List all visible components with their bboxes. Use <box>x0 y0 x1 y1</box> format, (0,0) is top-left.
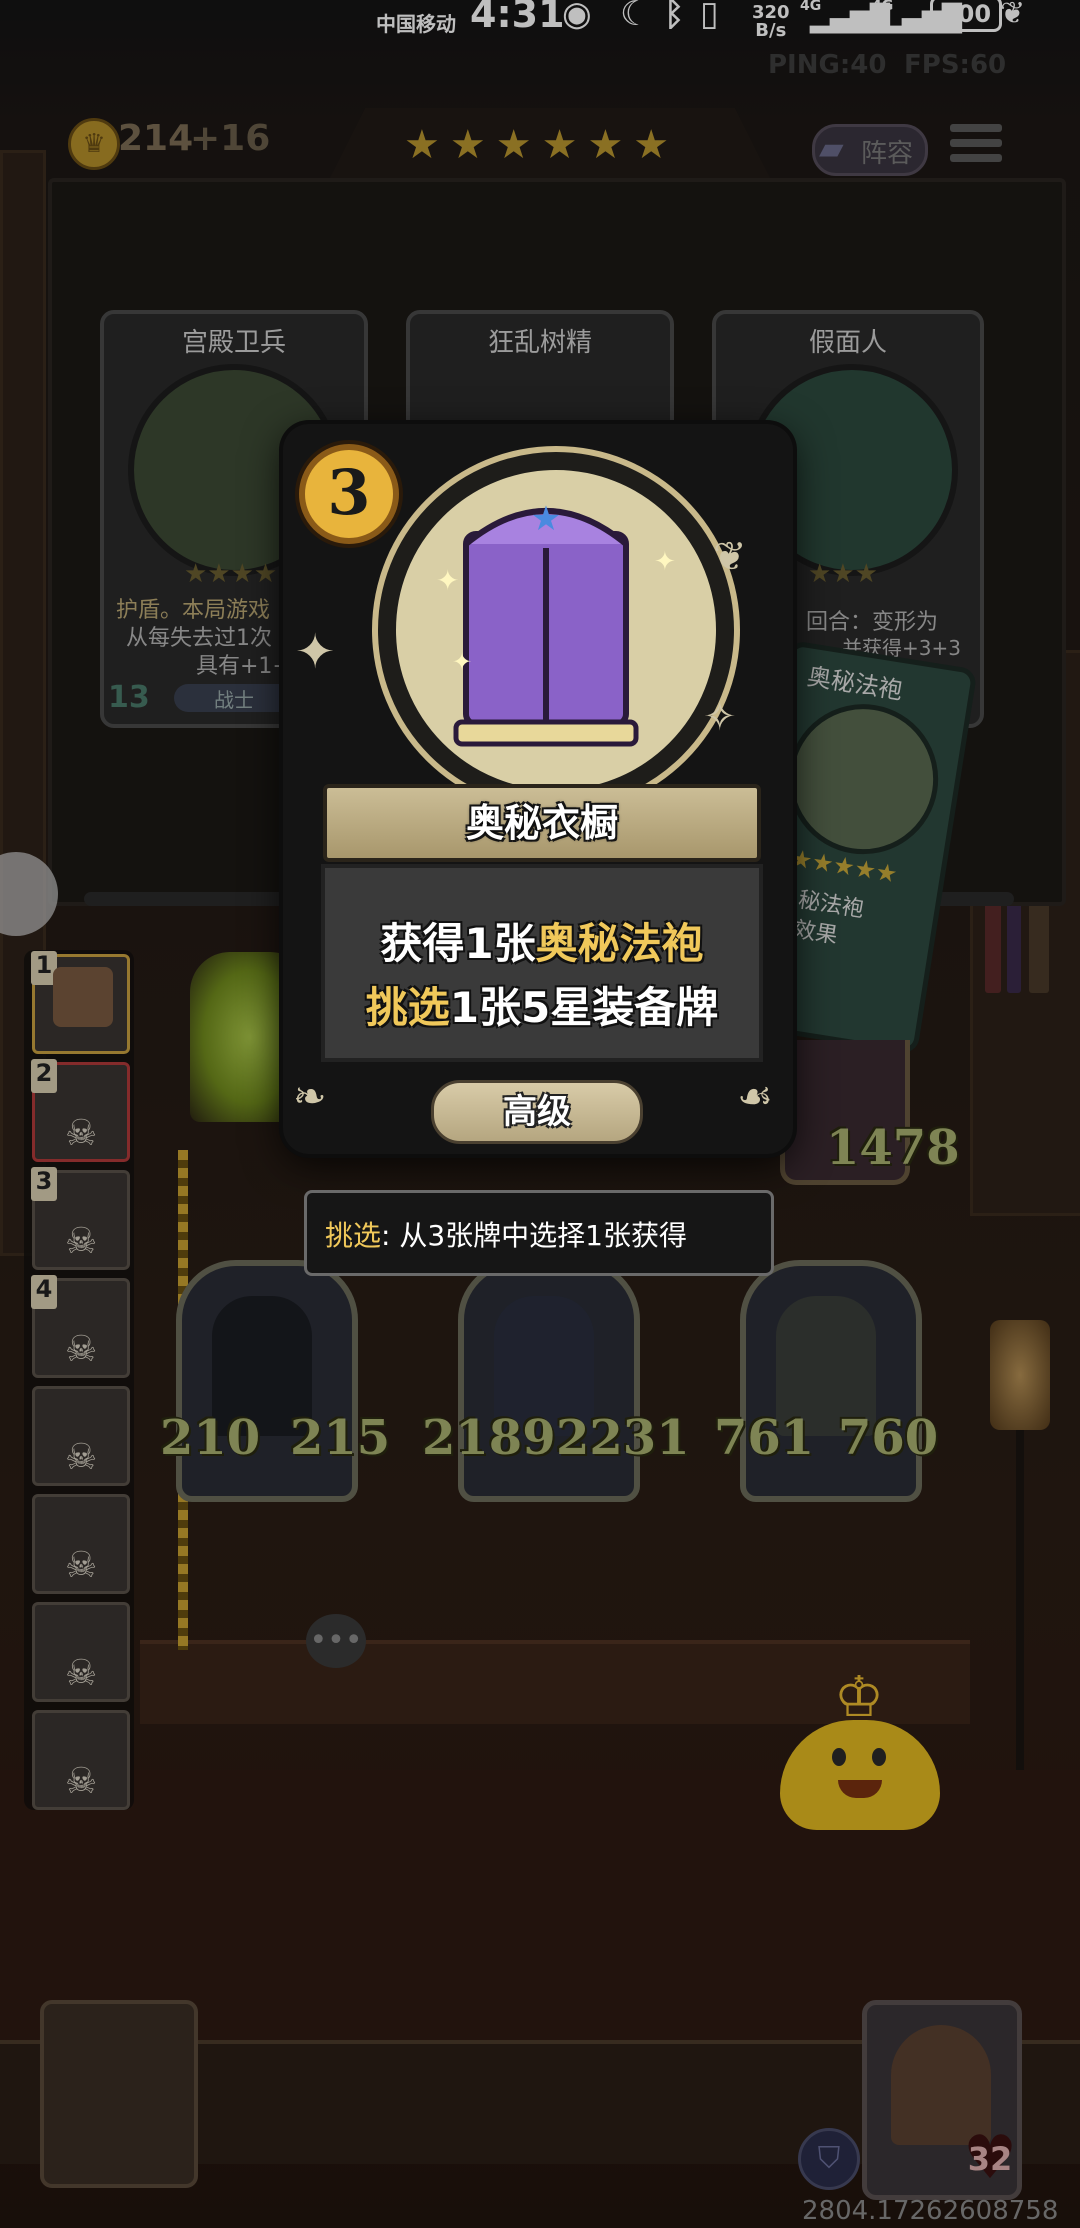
leaf-icon: ❦ <box>1000 0 1026 31</box>
crown-coin-icon: ♛ <box>68 118 120 170</box>
wardrobe-art: ★ ✦ ✦ ✦ <box>436 499 676 747</box>
net-speed: 320 B/s <box>752 2 790 41</box>
star-icon: ★ <box>633 122 670 168</box>
star-icon: ★ <box>449 122 486 168</box>
rank-slot[interactable]: ☠ <box>32 1494 130 1594</box>
card-rarity: 高级 <box>431 1080 643 1144</box>
menu-button[interactable] <box>950 120 1002 166</box>
tooltip-text: : 从3张牌中选择1张获得 <box>381 1219 687 1252</box>
player-avatar <box>53 967 113 1027</box>
rank-slot[interactable]: ☠ <box>32 1386 130 1486</box>
star-icon: ★ <box>587 122 624 168</box>
eye-icon: ◉ <box>562 0 592 34</box>
lamp <box>990 1320 1050 1430</box>
robe-portrait <box>777 693 949 865</box>
skull-icon: ☠ <box>65 1545 98 1586</box>
swirl-ornament-icon: ❦ <box>713 534 747 580</box>
svg-text:✦: ✦ <box>436 564 459 597</box>
rank-slot[interactable]: 1 <box>31 951 130 1054</box>
rank-number: 4 <box>31 1275 57 1309</box>
skull-icon: ☠ <box>65 1221 98 1262</box>
skull-icon: ☠ <box>65 1761 98 1802</box>
svg-text:★: ★ <box>531 499 561 539</box>
tavern-star-row: ★ ★ ★ ★ ★ ★ <box>404 122 679 168</box>
keyword-tooltip: 挑选: 从3张牌中选择1张获得 <box>304 1190 774 1276</box>
keyword-robe: 奥秘法袍 <box>535 919 704 968</box>
vibrate-icon: ▯ <box>700 0 719 34</box>
crown-icon: ♔ <box>833 1665 885 1730</box>
rank-slot[interactable]: 2 ☠ <box>31 1059 130 1162</box>
svg-text:✦: ✦ <box>452 648 472 676</box>
carrier-label: 中国移动 <box>376 12 456 36</box>
svg-text:✦: ✦ <box>654 547 676 577</box>
desc-line-2: 挑选1张5星装备牌 <box>365 983 719 1032</box>
gold-income: +16 <box>190 118 271 159</box>
rank-number: 2 <box>31 1059 57 1093</box>
inventory-chest-button[interactable] <box>40 2000 198 2188</box>
rank-slot[interactable]: 4 ☠ <box>31 1275 130 1378</box>
skull-icon: ☠ <box>65 1653 98 1694</box>
star-icon: ★ <box>495 122 532 168</box>
star-icon: ★ <box>404 122 440 168</box>
card-art-frame: ★ ✦ ✦ ✦ <box>378 452 734 808</box>
tooltip-keyword: 挑选 <box>325 1219 382 1252</box>
lamp-post <box>1016 1430 1024 1770</box>
lineup-label: 阵容 <box>861 139 914 169</box>
card-stars: ★★★★ <box>184 559 278 589</box>
unit-health: 1478 <box>826 1120 960 1176</box>
card-title: 假面人 <box>808 328 887 358</box>
corner-ornament-icon: ❧ <box>293 1074 327 1120</box>
star-icon: ★ <box>541 122 578 168</box>
player-rank-list: 1 2 ☠ 3 ☠ 4 ☠ ☠ ☠ ☠ ☠ <box>24 950 134 1810</box>
chat-icon[interactable]: ••• <box>306 1614 366 1668</box>
skull-icon: ☠ <box>65 1329 98 1370</box>
shield-icon: ⛉ <box>798 2128 860 2190</box>
book-icon: ▰ <box>819 129 844 167</box>
unit-attack: 2189 <box>422 1410 556 1466</box>
skull-icon: ☠ <box>65 1437 98 1478</box>
sparkle-icon: ✧ <box>703 694 737 740</box>
battery-indicator: 100 <box>930 0 1002 32</box>
skull-icon: ☠ <box>65 1113 98 1154</box>
unit-attack: 761 <box>714 1410 815 1466</box>
unit-health: 2231 <box>556 1410 690 1466</box>
unit-health: 215 <box>290 1410 391 1466</box>
focused-card[interactable]: ★ ✦ ✦ ✦ 3 ✦ ❦ ✧ 奥秘衣橱 获得1张奥秘法袍 挑选1张5星装备牌 … <box>283 424 793 1154</box>
mute-icon: ☾ <box>620 0 651 34</box>
clock: 4:31 <box>470 0 565 36</box>
peek-card-title: 奥秘法袍 <box>805 662 905 706</box>
gold-amount: 214 <box>118 118 194 159</box>
rank-slot[interactable]: 3 ☠ <box>31 1167 130 1270</box>
rank-slot[interactable]: ☠ <box>32 1602 130 1702</box>
card-stars: ★★★ <box>808 559 878 589</box>
unit-attack: 210 <box>160 1410 261 1466</box>
footer-id: 2804.17262608758 <box>802 2196 1059 2226</box>
hero-health: 32 <box>967 2140 1013 2178</box>
rank-slot[interactable]: ☠ <box>32 1710 130 1810</box>
fps-readout: FPS:60 <box>904 50 1007 80</box>
ping-readout: PING:40 <box>768 50 887 80</box>
unit-health: 760 <box>838 1410 939 1466</box>
desc-line-1: 获得1张奥秘法袍 <box>380 919 704 968</box>
card-title: 宫殿卫兵 <box>181 328 286 358</box>
card-title: 狂乱树精 <box>487 328 592 358</box>
sparkle-icon: ✦ <box>295 624 336 680</box>
card-description: 获得1张奥秘法袍 挑选1张5星装备牌 <box>321 864 763 1062</box>
lineup-button[interactable]: ▰ 阵容 <box>812 124 928 176</box>
keyword-pick: 挑选 <box>365 983 450 1032</box>
rank-number: 3 <box>31 1167 57 1201</box>
card-cost: 13 <box>108 680 150 715</box>
card-name: 奥秘衣橱 <box>323 784 761 862</box>
card-tag: 战士 <box>174 684 294 712</box>
corner-ornament-icon: ☙ <box>737 1074 773 1120</box>
card-cost: 3 <box>299 444 399 544</box>
bluetooth-icon: ᛒ <box>664 0 685 34</box>
